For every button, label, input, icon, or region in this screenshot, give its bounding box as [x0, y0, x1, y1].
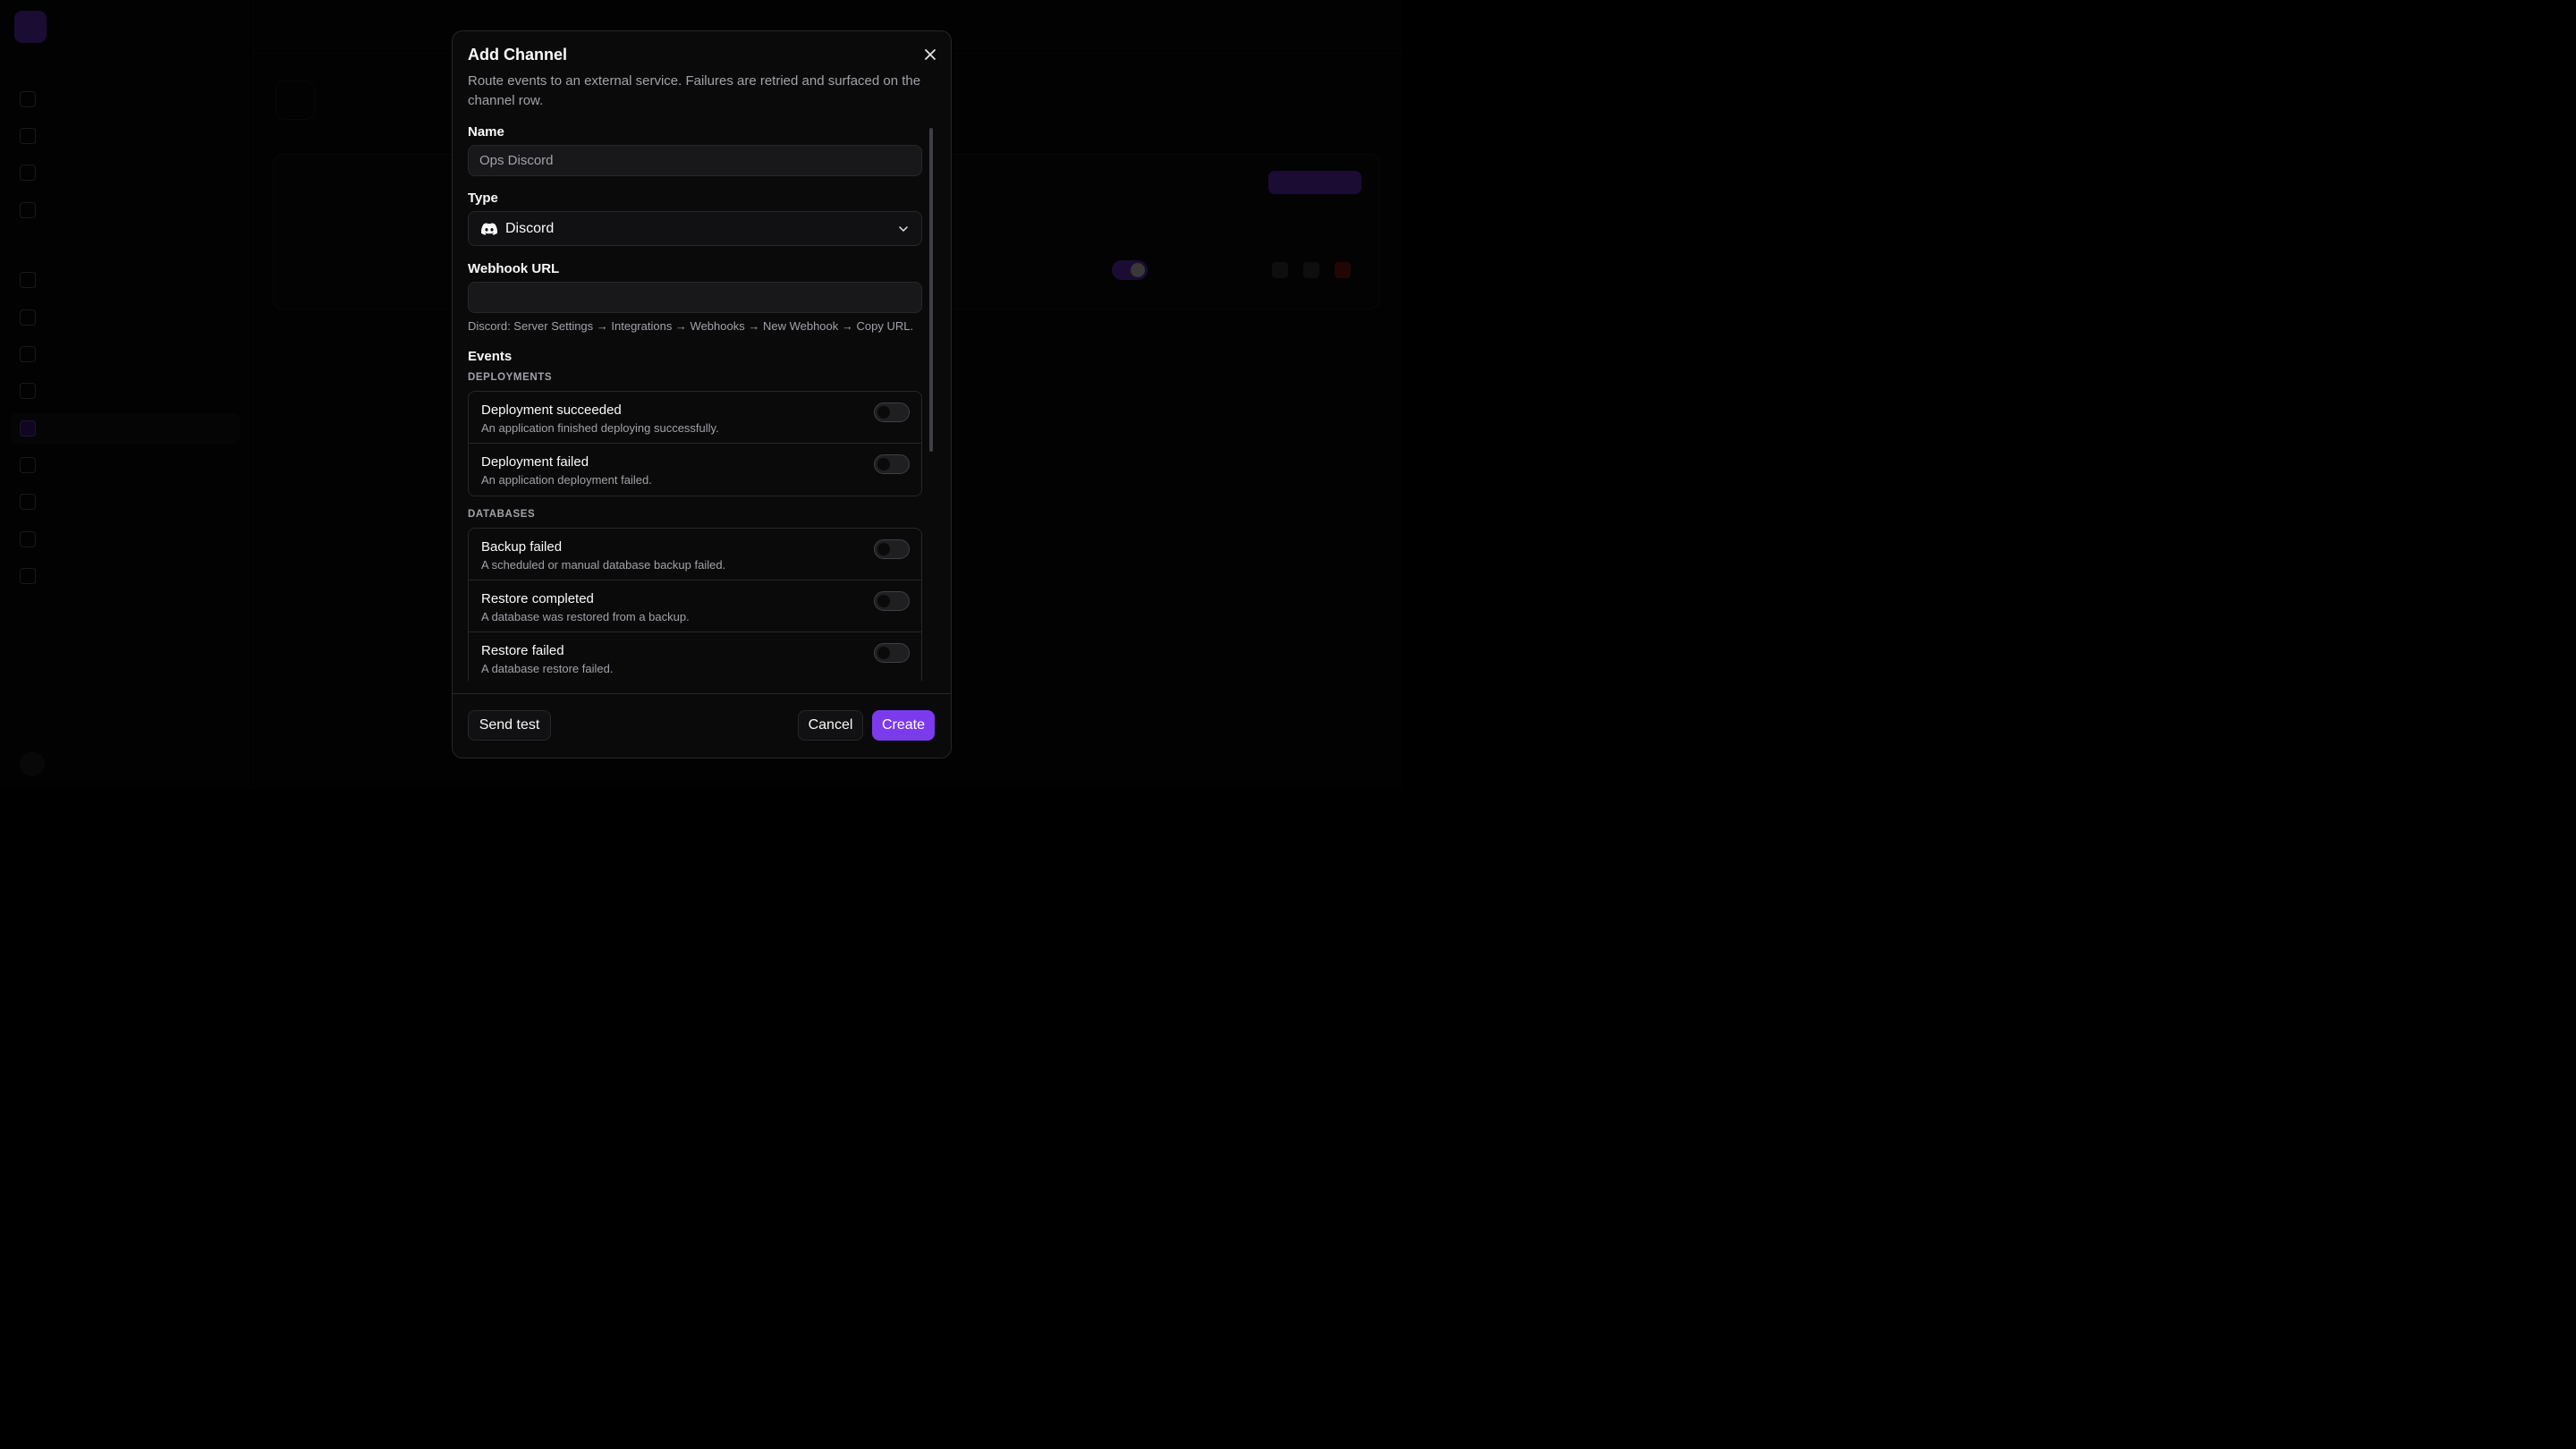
event-row: Restore completed A database was restore… — [469, 580, 921, 632]
type-select[interactable]: Discord — [468, 211, 922, 246]
close-icon — [925, 49, 936, 60]
events-label: Events — [468, 349, 513, 364]
event-toggle[interactable] — [874, 591, 910, 611]
event-description: A database restore failed. — [481, 662, 614, 675]
event-toggle[interactable] — [874, 643, 910, 663]
name-label: Name — [468, 124, 504, 140]
close-button[interactable] — [921, 46, 939, 64]
type-label: Type — [468, 191, 498, 206]
dialog-description: Route events to an external service. Fai… — [468, 73, 921, 108]
send-test-button[interactable]: Send test — [468, 710, 551, 741]
toggle-knob — [877, 647, 890, 659]
dialog-scrollbar[interactable] — [929, 128, 933, 452]
webhook-label: Webhook URL — [468, 261, 560, 276]
event-toggle[interactable] — [874, 402, 910, 422]
event-row: Deployment succeeded An application fini… — [469, 392, 921, 444]
event-row: Backup failed A scheduled or manual data… — [469, 529, 921, 580]
webhook-url-input[interactable] — [468, 282, 922, 313]
event-toggle[interactable] — [874, 539, 910, 559]
toggle-knob — [877, 458, 890, 470]
event-description: A database was restored from a backup. — [481, 610, 690, 623]
create-button[interactable]: Create — [872, 710, 935, 741]
cancel-button[interactable]: Cancel — [798, 710, 863, 741]
event-title: Restore completed — [481, 591, 594, 606]
event-group-databases: Backup failed A scheduled or manual data… — [468, 528, 922, 681]
event-title: Deployment succeeded — [481, 402, 622, 418]
dialog-footer: Send test Cancel Create — [453, 693, 951, 758]
webhook-hint: Discord: Server Settings → Integrations … — [468, 319, 914, 333]
group-caption-databases: DATABASES — [468, 509, 536, 520]
toggle-knob — [877, 406, 890, 419]
event-group-deployments: Deployment succeeded An application fini… — [468, 391, 922, 496]
event-description: A scheduled or manual database backup fa… — [481, 558, 726, 572]
event-toggle[interactable] — [874, 454, 910, 474]
event-row: Restore failed A database restore failed… — [469, 632, 921, 681]
event-title: Restore failed — [481, 643, 564, 658]
event-description: An application finished deploying succes… — [481, 421, 719, 435]
event-row: Deployment failed An application deploym… — [469, 444, 921, 496]
event-description: An application deployment failed. — [481, 473, 652, 487]
toggle-knob — [877, 595, 890, 607]
discord-icon — [481, 222, 497, 235]
chevron-down-icon — [899, 226, 908, 232]
add-channel-dialog: Add Channel Route events to an external … — [452, 30, 952, 758]
toggle-knob — [877, 543, 890, 555]
dialog-header: Add Channel Route events to an external … — [468, 46, 924, 111]
event-title: Deployment failed — [481, 454, 589, 470]
dialog-body[interactable]: Name Ops Discord Type Discord Webhook UR… — [468, 121, 922, 681]
type-select-value: Discord — [505, 220, 555, 236]
name-input[interactable]: Ops Discord — [468, 145, 922, 176]
dialog-title: Add Channel — [468, 46, 567, 64]
event-title: Backup failed — [481, 539, 563, 555]
group-caption-deployments: DEPLOYMENTS — [468, 372, 553, 383]
